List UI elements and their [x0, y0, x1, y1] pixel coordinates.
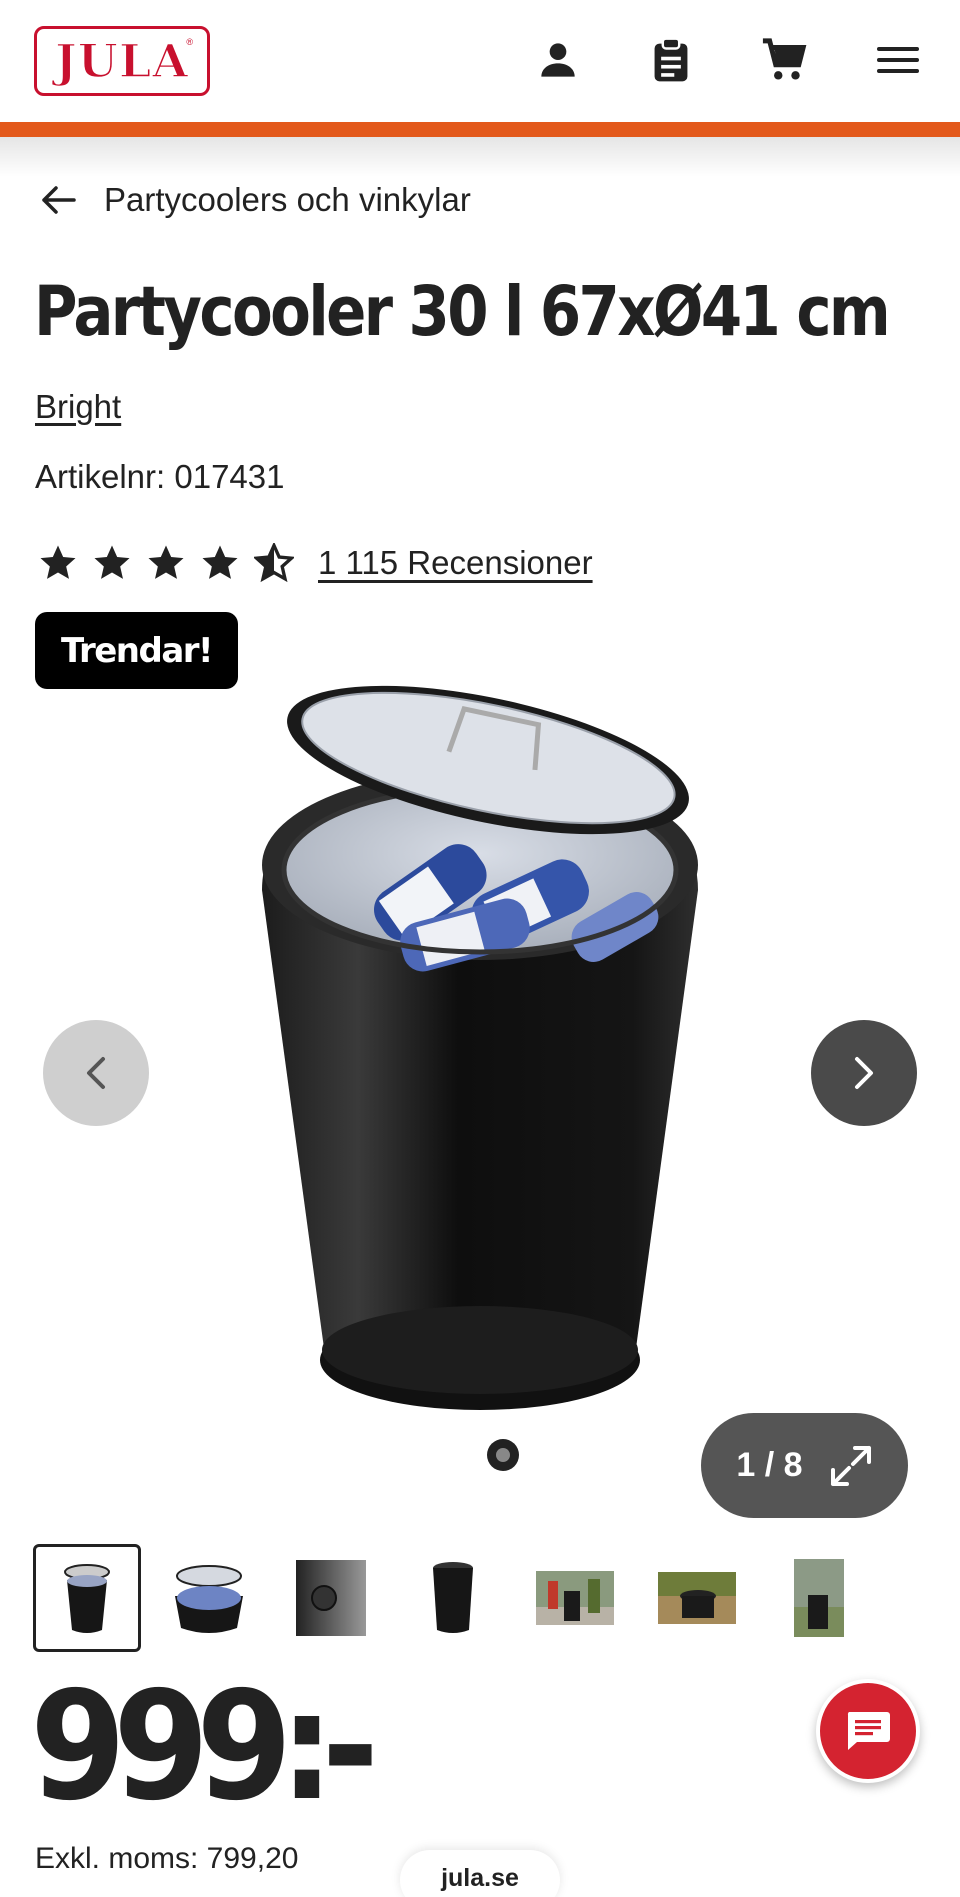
header-shadow	[0, 137, 960, 177]
rating-row[interactable]: 1 115 Recensioner	[38, 543, 593, 583]
logo-inner: JULA	[42, 33, 202, 89]
reviews-link[interactable]: 1 115 Recensioner	[318, 544, 593, 582]
gallery-next-button[interactable]	[811, 1020, 917, 1126]
product-thumb-closed[interactable]	[399, 1544, 507, 1652]
domain-label: jula.se	[441, 1864, 519, 1892]
browser-domain-pill[interactable]: jula.se	[400, 1850, 560, 1897]
chat-button[interactable]	[816, 1679, 920, 1783]
price-ex-vat: Exkl. moms: 799,20	[35, 1842, 299, 1875]
star-full-icon	[94, 545, 130, 579]
site-header: JULA ®	[0, 0, 960, 122]
shopping-list-icon[interactable]	[647, 36, 695, 84]
menu-icon[interactable]	[874, 36, 922, 84]
brand-link[interactable]: Bright	[35, 388, 121, 426]
product-thumb-party-scene[interactable]	[521, 1544, 629, 1652]
header-accent-bar	[0, 122, 960, 137]
thumbnail-strip	[33, 1544, 887, 1652]
product-thumb-garden-table[interactable]	[643, 1544, 751, 1652]
chevron-right-icon	[855, 1057, 873, 1089]
product-thumb-front[interactable]	[33, 1544, 141, 1652]
logo-registered-mark: ®	[186, 37, 193, 47]
chevron-left-icon	[87, 1057, 105, 1089]
back-arrow-icon	[42, 186, 76, 214]
cart-icon[interactable]	[760, 36, 808, 84]
product-thumb-outdoor[interactable]	[765, 1544, 873, 1652]
account-icon[interactable]	[534, 36, 582, 84]
logo-text: JULA	[54, 33, 189, 89]
gallery-counter-fullscreen-button[interactable]: 1 / 8	[701, 1413, 908, 1518]
chat-icon	[847, 1712, 890, 1750]
jula-logo[interactable]: JULA ®	[34, 26, 210, 96]
star-full-icon	[202, 545, 238, 579]
breadcrumb[interactable]: Partycoolers och vinkylar	[40, 176, 471, 224]
product-thumb-open-lid[interactable]	[155, 1544, 263, 1652]
expand-icon	[830, 1445, 871, 1486]
breadcrumb-label: Partycoolers och vinkylar	[104, 181, 471, 218]
star-full-icon	[148, 545, 184, 579]
trending-badge: Trendar!	[35, 612, 239, 689]
product-title: Partycooler 30 l 67xØ41 cm	[34, 272, 891, 352]
rating-stars	[38, 543, 294, 583]
gallery-prev-button[interactable]	[43, 1020, 149, 1126]
star-half-icon	[254, 543, 294, 583]
gallery-counter: 1 / 8	[736, 1446, 803, 1484]
article-number: Artikelnr: 017431	[35, 458, 285, 495]
product-thumb-thermostat[interactable]	[277, 1544, 385, 1652]
star-full-icon	[40, 545, 76, 579]
product-price: 999:-	[30, 1660, 379, 1834]
